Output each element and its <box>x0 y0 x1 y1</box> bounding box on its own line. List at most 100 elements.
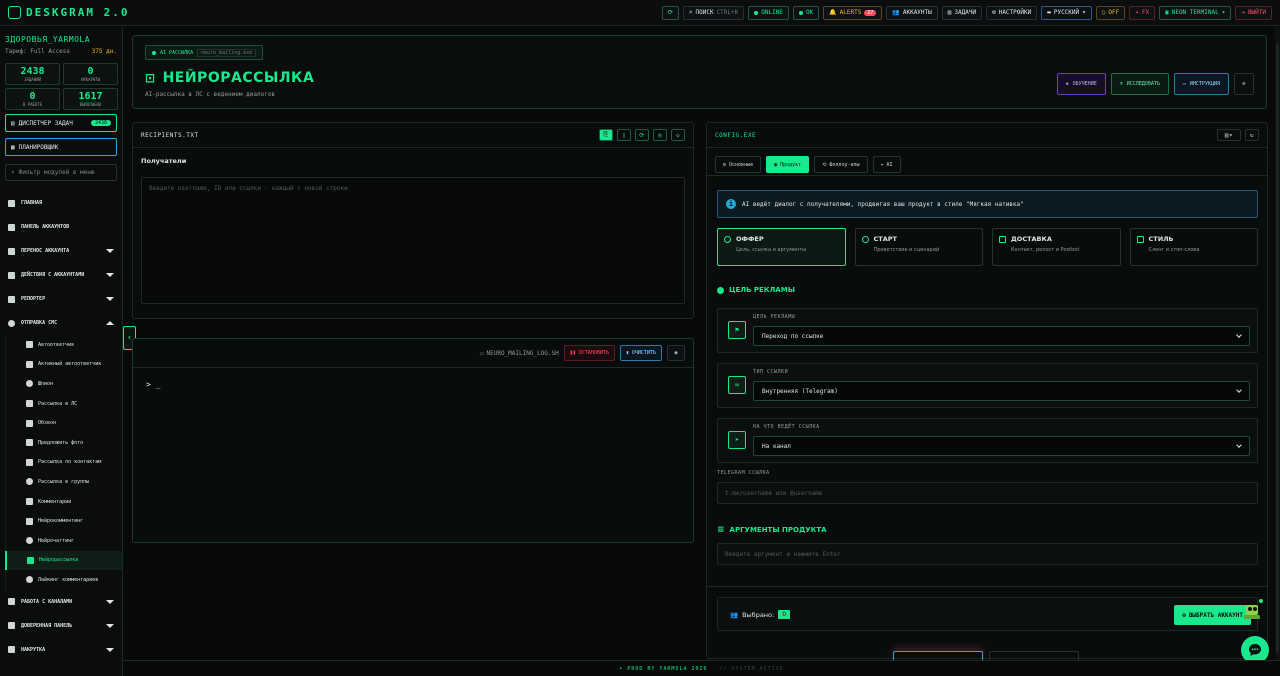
theme-label: NEON TERMINAL <box>1171 9 1219 16</box>
dispatcher-button[interactable]: ▤ ДИСПЕТЧЕР ЗАДАЧ 2438 <box>5 114 117 132</box>
clean-button[interactable]: ◇ <box>671 129 685 141</box>
filter-placeholder: Фильтр модулей в меню <box>18 169 95 176</box>
search-button[interactable]: ⌕ ПОИСК CTRL+K <box>682 5 745 20</box>
telegram-link-input[interactable]: t.me/username или @username <box>717 482 1258 504</box>
nav-accounts-panel[interactable]: ПАНЕЛЬ АККАУНТОВ <box>0 215 122 239</box>
sub-contacts-mailing[interactable]: Рассылка по контактам <box>5 452 122 473</box>
guide-button[interactable]: ▭ ИНСТРУКЦИЯ <box>1173 73 1229 95</box>
play-icon <box>861 236 869 243</box>
select-value: Переход по ссылке <box>762 332 824 340</box>
arguments-input[interactable]: Введите аргумент и нажмите Enter <box>717 543 1258 565</box>
link-target-select[interactable]: На канал <box>753 436 1250 456</box>
card-delivery[interactable]: ДОСТАВКА Контакт, репост и Postbot <box>992 228 1121 266</box>
search-icon: ⌕ <box>11 169 15 176</box>
filter-button[interactable]: ◎ <box>653 129 667 141</box>
nav-channels[interactable]: РАБОТА С КАНАЛАМИ <box>0 590 122 614</box>
ok-status[interactable]: OK <box>792 5 820 20</box>
chat-icon <box>8 319 15 327</box>
dispatcher-icon: ▤ <box>11 119 15 127</box>
sub-comments[interactable]: Комментарии <box>5 491 122 512</box>
explore-button[interactable]: ⚗ ИССЛЕДОВАТЬ <box>1110 73 1169 95</box>
learn-button[interactable]: ◈ ОБУЧЕНИЕ <box>1056 73 1106 95</box>
target-icon <box>724 236 731 243</box>
scrollbar-thumb[interactable] <box>1276 43 1279 653</box>
nav-account-actions[interactable]: ДЕЙСТВИЯ С АККАУНТАМИ <box>0 263 122 287</box>
app-logo[interactable]: DESKGRAM 2.0 <box>8 6 129 19</box>
sub-spy[interactable]: Шпион <box>5 374 122 394</box>
nav-trusted-panel[interactable]: ДОВЕРЕННАЯ ПАНЕЛЬ <box>0 614 122 638</box>
theme-select[interactable]: ▣ NEON TERMINAL ▾ <box>1159 5 1232 20</box>
link-type-select[interactable]: Внутренняя (Telegram) <box>753 381 1250 401</box>
nav-reporter[interactable]: РЕПОРТЕР <box>0 287 122 311</box>
page-scrollbar[interactable] <box>1275 27 1280 676</box>
tab-basic[interactable]: ⚙ Основные <box>715 156 762 173</box>
terminal-icon: ▭ <box>479 349 484 357</box>
file-import-button[interactable]: ▯ <box>617 129 631 141</box>
card-style[interactable]: СТИЛЬ Сленг и стоп-слова <box>1129 228 1258 266</box>
sub-comment-liking[interactable]: Лайкинг комментариев <box>5 570 122 590</box>
refresh-button[interactable]: ⟳ <box>635 129 649 141</box>
alerts-button[interactable]: 🔔 ALERTS 27 <box>823 5 883 20</box>
title-text: НЕЙРОРАССЫЛКА <box>162 70 315 86</box>
tab-ai[interactable]: ✦ AI <box>872 156 901 173</box>
save-dropdown-button[interactable]: ▤▾ <box>1217 129 1241 141</box>
selected-count: 0 <box>778 610 791 619</box>
planner-button[interactable]: ▦ ПЛАНИРОВЩИК <box>5 138 117 156</box>
nav-home[interactable]: ГЛАВНАЯ <box>0 191 122 215</box>
nav-boost[interactable]: НАКРУТКА <box>0 638 122 662</box>
tasks-button[interactable]: ▤ ЗАДАЧИ <box>941 5 983 20</box>
book-icon: ▭ <box>1182 81 1186 87</box>
tab-product[interactable]: ▣ Продукт <box>766 156 810 173</box>
link-type-field: ∞ ТИП ССЫЛКИ Внутренняя (Telegram) <box>717 363 1258 408</box>
logout-button[interactable]: ⇥ ВЫЙТИ <box>1235 5 1272 20</box>
goal-select[interactable]: Переход по ссылке <box>753 326 1250 346</box>
top-bar: DESKGRAM 2.0 ⟳ ⌕ ПОИСК CTRL+K ONLINE OK 🔔 A… <box>0 0 1280 26</box>
tag-file: neuro_mailing.exe <box>197 48 257 57</box>
chevron-down-icon <box>1236 387 1242 393</box>
language-select[interactable]: ▬ РУССКИЙ ▾ <box>1041 5 1092 20</box>
sub-neurocommenting[interactable]: Нейрокомментинг <box>5 511 122 531</box>
gear-icon: ⚙ <box>992 9 996 16</box>
logo-icon <box>8 6 21 19</box>
sub-calls[interactable]: Обзвон <box>5 413 122 433</box>
robot-icon <box>26 360 33 368</box>
mascot-icon[interactable] <box>1240 598 1264 622</box>
recipients-textarea[interactable]: Введите username, ID или ссылки - каждый… <box>141 177 685 304</box>
clear-button[interactable]: ▮ ОЧИСТИТЬ <box>619 345 662 361</box>
view-toggle-button[interactable]: ◉ <box>667 345 685 361</box>
nav-account-transfer[interactable]: ПЕРЕНОС АККАУНТА <box>0 239 122 263</box>
sub-groups-mailing[interactable]: Рассылка в группы <box>5 472 122 492</box>
settings-button[interactable]: ⚙ <box>1234 73 1254 95</box>
stat-label: ЗАДАНИЙ <box>24 77 41 82</box>
sub-autoresponder[interactable]: Автоответчик <box>5 335 122 355</box>
stop-button[interactable]: ❚❚ ОСТАНОВИТЬ <box>563 345 615 361</box>
sub-neuromailing[interactable]: Нейрорассылка <box>5 550 122 571</box>
sub-dm-mailing[interactable]: Рассылка в ЛС <box>5 393 122 414</box>
module-filter-input[interactable]: ⌕ Фильтр модулей в меню <box>5 164 117 181</box>
refresh-button[interactable]: ⟳ <box>661 5 679 20</box>
paste-button[interactable]: ⎘ <box>599 129 613 141</box>
flag-icon <box>8 295 15 303</box>
image-icon <box>26 439 33 447</box>
nav-sms[interactable]: ОТПРАВКА СМС <box>0 311 122 335</box>
accounts-button[interactable]: 👥 АККАУНТЫ <box>886 5 938 20</box>
fx-toggle[interactable]: ✦ FX <box>1129 5 1156 20</box>
sub-active-autoresponder[interactable]: Активный автоответчик <box>5 354 122 375</box>
sub-neurochatting[interactable]: Нейрочаттинг <box>5 530 122 551</box>
nav-label: НАКРУТКА <box>21 646 46 653</box>
online-status[interactable]: ONLINE <box>748 5 789 20</box>
log-panel: ▭ NEURO_MAILING_LOG.SH ❚❚ ОСТАНОВИТЬ ▮ ОЧИС… <box>132 338 694 543</box>
config-panel: CONFIG.EXE ▤▾ ↻ ⚙ Основные ▣ Продукт ⟲ Фолл… <box>706 122 1268 659</box>
launch-button[interactable] <box>893 651 983 660</box>
reset-button[interactable]: ↻ <box>1245 129 1259 141</box>
sub-suggest-photo[interactable]: Предложить фото <box>5 432 122 453</box>
card-offer[interactable]: ОФФЕР Цель, ссылка и аргументы <box>717 228 846 266</box>
save-preset-button[interactable] <box>989 651 1079 660</box>
settings-button[interactable]: ⚙ НАСТРОЙКИ <box>986 5 1038 20</box>
stat-label: ВЫПОЛНЕНО <box>79 102 102 107</box>
sound-toggle[interactable]: ○ OFF <box>1095 5 1126 20</box>
recipients-header: RECIPIENTS.TXT ⎘ ▯ ⟳ ◎ ◇ <box>133 123 693 148</box>
footer-credit: • PROD BY YARMOLA 2026 <box>619 665 708 672</box>
card-start[interactable]: СТАРТ Приветствие и сценарий <box>854 228 983 266</box>
tab-followups[interactable]: ⟲ Фоллоу-апы <box>814 156 868 173</box>
